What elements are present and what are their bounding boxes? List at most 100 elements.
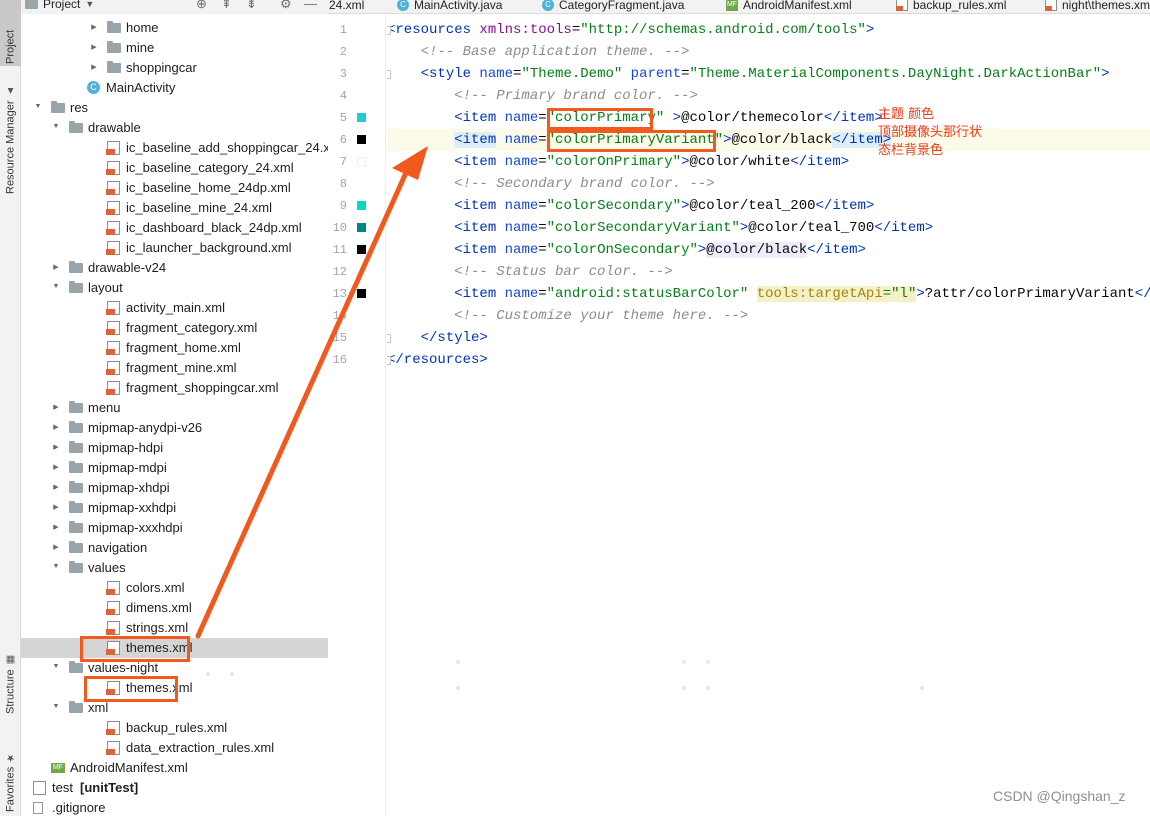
line-number: 15 <box>332 331 347 345</box>
chevron-down-icon[interactable]: ▼ <box>51 663 61 670</box>
editor-tab-label: backup_rules.xml <box>913 0 1007 12</box>
tree-folder-row[interactable]: ▶ navigation <box>21 538 328 558</box>
chevron-down-icon[interactable]: ▼ <box>51 563 61 570</box>
color-swatch-white[interactable] <box>357 157 366 166</box>
tree-folder-row[interactable]: ▶ mipmap-xxhdpi <box>21 498 328 518</box>
tree-file-row[interactable]: data_extraction_rules.xml <box>21 738 328 758</box>
tree-file-row[interactable]: fragment_shoppingcar.xml <box>21 378 328 398</box>
tree-folder-row[interactable]: ▶ mipmap-hdpi <box>21 438 328 458</box>
tree-file-row[interactable]: ic_launcher_background.xml <box>21 238 328 258</box>
tree-folder-row[interactable]: ▼ drawable <box>21 118 328 138</box>
tree-file-row[interactable]: activity_main.xml <box>21 298 328 318</box>
tree-folder-row[interactable]: ▶ mipmap-xxxhdpi <box>21 518 328 538</box>
tree-file-row[interactable]: C MainActivity <box>21 78 328 98</box>
tree-file-row[interactable]: ic_baseline_mine_24.xml <box>21 198 328 218</box>
chevron-right-icon[interactable]: ▶ <box>51 463 61 471</box>
minus-icon[interactable]: — <box>304 0 317 11</box>
project-view-selector[interactable]: Project ▼ <box>25 0 94 11</box>
tree-file-row[interactable]: ic_dashboard_black_24dp.xml <box>21 218 328 238</box>
tree-item-label: mipmap-xhdpi <box>88 480 170 495</box>
chevron-down-icon[interactable]: ▼ <box>51 283 61 290</box>
tree-folder-row[interactable]: ▼ values <box>21 558 328 578</box>
chevron-down-icon[interactable]: ▼ <box>51 123 61 130</box>
chevron-right-icon[interactable]: ▶ <box>51 503 61 511</box>
tree-file-row[interactable]: MF AndroidManifest.xml <box>21 758 328 778</box>
editor-tab-active[interactable]: night\themes.xml <box>1045 0 1150 13</box>
tree-folder-row[interactable]: ▶ mine <box>21 38 328 58</box>
tool-tab-project[interactable]: Project <box>0 0 21 66</box>
tree-file-row[interactable]: colors.xml <box>21 578 328 598</box>
code-token: <item <box>454 110 497 126</box>
editor-tab[interactable]: C MainActivity.java <box>397 0 502 13</box>
tree-item-label: test <box>52 780 73 795</box>
decorative-dot <box>206 672 210 676</box>
folder-icon <box>69 481 83 493</box>
code-token: name <box>496 110 539 126</box>
tool-tab-favorites[interactable]: Favorites ★ <box>0 732 21 814</box>
color-swatch-teal-200[interactable] <box>357 201 366 210</box>
code-token: name <box>496 154 539 170</box>
chevron-right-icon[interactable]: ▶ <box>51 403 61 411</box>
editor-tab[interactable]: C CategoryFragment.java <box>542 0 684 13</box>
tree-file-row[interactable]: ic_baseline_category_24.xml <box>21 158 328 178</box>
tree-file-row[interactable]: fragment_mine.xml <box>21 358 328 378</box>
color-swatch-teal-700[interactable] <box>357 223 366 232</box>
tree-folder-row[interactable]: ▶ shoppingcar <box>21 58 328 78</box>
color-swatch-black[interactable] <box>357 245 366 254</box>
chevron-right-icon[interactable]: ▶ <box>51 543 61 551</box>
code-token: "colorOnPrimary" <box>546 154 682 170</box>
tree-folder-row[interactable]: ▶ home <box>21 18 328 38</box>
code-token: <style <box>420 66 472 82</box>
code-token: </item> <box>807 242 866 258</box>
fold-marker-icon[interactable] <box>387 70 391 79</box>
tool-tab-structure[interactable]: Structure ▦ <box>0 644 21 716</box>
color-swatch-black[interactable] <box>357 135 366 144</box>
tree-file-row[interactable]: strings.xml <box>21 618 328 638</box>
tree-folder-row[interactable]: ▶ drawable-v24 <box>21 258 328 278</box>
chevron-down-icon[interactable]: ▼ <box>33 103 43 110</box>
chevron-right-icon[interactable]: ▶ <box>51 523 61 531</box>
tree-file-row[interactable]: .gitignore <box>21 798 328 816</box>
chevron-right-icon[interactable]: ▶ <box>51 483 61 491</box>
tree-file-row[interactable]: dimens.xml <box>21 598 328 618</box>
chevron-right-icon[interactable]: ▶ <box>51 423 61 431</box>
chevron-right-icon[interactable]: ▶ <box>89 43 99 51</box>
gear-icon[interactable]: ⚙ <box>280 0 292 12</box>
code-token: name <box>471 66 514 82</box>
tree-folder-row[interactable]: ▶ mipmap-mdpi <box>21 458 328 478</box>
tree-folder-row[interactable]: ▶ mipmap-anydpi-v26 <box>21 418 328 438</box>
tree-file-row[interactable]: backup_rules.xml <box>21 718 328 738</box>
tree-item-label: ic_baseline_home_24dp.xml <box>126 180 291 195</box>
folder-icon <box>69 521 83 533</box>
tree-folder-row[interactable]: ▶ menu <box>21 398 328 418</box>
chevron-right-icon[interactable]: ▶ <box>51 443 61 451</box>
expand-all-icon[interactable]: ⇟ <box>246 0 257 12</box>
chevron-right-icon[interactable]: ▶ <box>51 263 61 271</box>
editor-tab[interactable]: MF AndroidManifest.xml <box>726 0 852 13</box>
tree-file-row[interactable]: fragment_home.xml <box>21 338 328 358</box>
fold-marker-icon[interactable] <box>387 356 391 365</box>
fold-marker-icon[interactable] <box>387 334 391 343</box>
editor-tab[interactable]: backup_rules.xml <box>896 0 1006 13</box>
tree-file-row[interactable]: fragment_category.xml <box>21 318 328 338</box>
chevron-down-icon[interactable]: ▼ <box>51 703 61 710</box>
tool-tab-resource-manager[interactable]: Resource Manager ▲ <box>0 72 21 196</box>
color-swatch-status-bar[interactable] <box>357 289 366 298</box>
folder-icon <box>69 121 83 133</box>
tree-folder-row[interactable]: ▶ mipmap-xhdpi <box>21 478 328 498</box>
tree-folder-row[interactable]: ▼ layout <box>21 278 328 298</box>
tree-file-row[interactable]: test [unitTest] <box>21 778 328 798</box>
tree-file-row[interactable]: ic_baseline_home_24dp.xml <box>21 178 328 198</box>
tree-file-row[interactable]: ic_baseline_add_shoppingcar_24.xml <box>21 138 328 158</box>
fold-marker-icon[interactable] <box>387 26 391 35</box>
chevron-right-icon[interactable]: ▶ <box>89 23 99 31</box>
code-editor[interactable]: <resources xmlns:tools="http://schemas.a… <box>387 14 1150 816</box>
xml-file-icon <box>106 321 120 335</box>
locate-icon[interactable]: ⊕ <box>196 0 207 12</box>
chevron-right-icon[interactable]: ▶ <box>89 63 99 71</box>
folder-icon <box>25 0 38 9</box>
tree-folder-row[interactable]: ▼ res <box>21 98 328 118</box>
editor-tab[interactable]: 24.xml <box>329 0 364 13</box>
color-swatch-themecolor[interactable] <box>357 113 366 122</box>
collapse-all-icon[interactable]: ⇞ <box>221 0 232 12</box>
